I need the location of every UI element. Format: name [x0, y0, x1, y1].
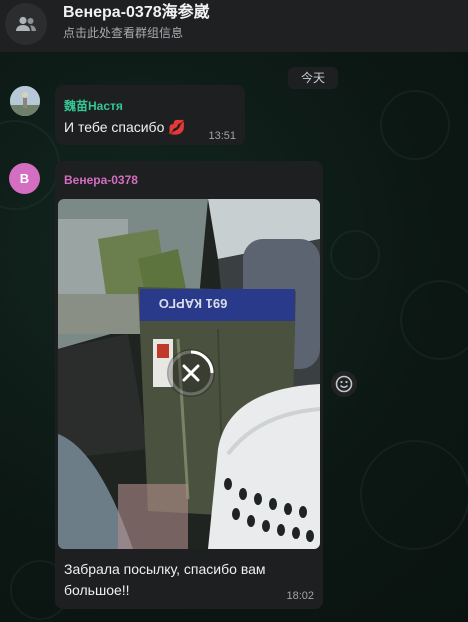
sender-name[interactable]: Венера-0378 — [64, 173, 138, 187]
photo-attachment[interactable]: 691 КАРГО — [58, 199, 320, 549]
reaction-button[interactable] — [331, 371, 357, 397]
cancel-download-button[interactable] — [167, 349, 215, 397]
message-time: 18:02 — [286, 590, 314, 602]
package-label: 691 КАРГО — [159, 296, 228, 311]
message-caption: Забрала посылку, спасибо вам большое!! — [64, 561, 266, 598]
sender-avatar[interactable]: В — [9, 163, 40, 194]
group-icon — [16, 16, 36, 31]
message-bubble[interactable]: 魏苗Настя И тебе спасибо 💋 13:51 — [55, 85, 245, 145]
emoji-reaction-icon — [335, 375, 353, 393]
chat-header[interactable]: Венера-0378海参崴 点击此处查看群组信息 — [0, 0, 468, 52]
cancel-download-icon — [168, 350, 214, 396]
message-text: И тебе спасибо 💋 — [64, 119, 186, 135]
group-info-hint: 点击此处查看群组信息 — [63, 26, 184, 40]
header-text[interactable]: Венера-0378海参崴 点击此处查看群组信息 — [63, 3, 210, 41]
message-bubble[interactable]: Венера-0378 691 КАРГО Забрала посылку, с… — [55, 161, 323, 609]
date-divider: 今天 — [288, 67, 338, 89]
group-title: Венера-0378海参崴 — [63, 4, 210, 21]
sender-name[interactable]: 魏苗Настя — [64, 97, 123, 114]
message-time: 13:51 — [208, 130, 236, 142]
sender-avatar[interactable] — [10, 86, 40, 116]
group-avatar[interactable] — [5, 3, 47, 45]
